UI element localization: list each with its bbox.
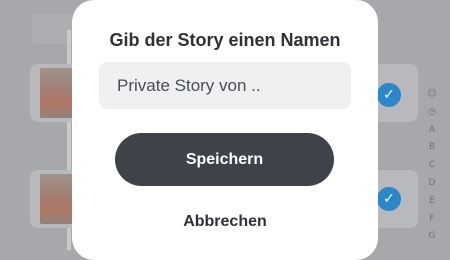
index-letter[interactable]: G bbox=[429, 228, 436, 246]
story-name-input[interactable]: Private Story von .. bbox=[99, 62, 351, 109]
background-header bbox=[32, 14, 72, 44]
selected-check-icon[interactable]: ✓ bbox=[377, 83, 401, 107]
index-letter[interactable]: A bbox=[429, 122, 435, 140]
alphabet-index[interactable]: ☺ ◷ A B C D E F G bbox=[422, 86, 442, 246]
save-button-label: Speichern bbox=[185, 150, 264, 168]
index-letter[interactable]: F bbox=[429, 211, 434, 229]
save-button[interactable]: Speichern bbox=[115, 133, 334, 186]
cancel-button[interactable]: Abbrechen bbox=[72, 213, 378, 231]
story-name-value: Private Story von .. bbox=[117, 75, 261, 95]
selected-check-icon[interactable]: ✓ bbox=[377, 187, 401, 211]
index-letter[interactable]: B bbox=[429, 139, 435, 157]
index-letter[interactable]: D bbox=[429, 175, 436, 193]
index-letter[interactable]: E bbox=[429, 193, 435, 211]
dialog-title: Gib der Story einen Namen bbox=[109, 30, 341, 50]
recent-index-icon[interactable]: ◷ bbox=[428, 104, 436, 122]
emoji-index-icon[interactable]: ☺ bbox=[427, 86, 436, 104]
name-story-dialog: Gib der Story einen Namen Private Story … bbox=[72, 0, 378, 260]
index-letter[interactable]: C bbox=[429, 157, 435, 175]
